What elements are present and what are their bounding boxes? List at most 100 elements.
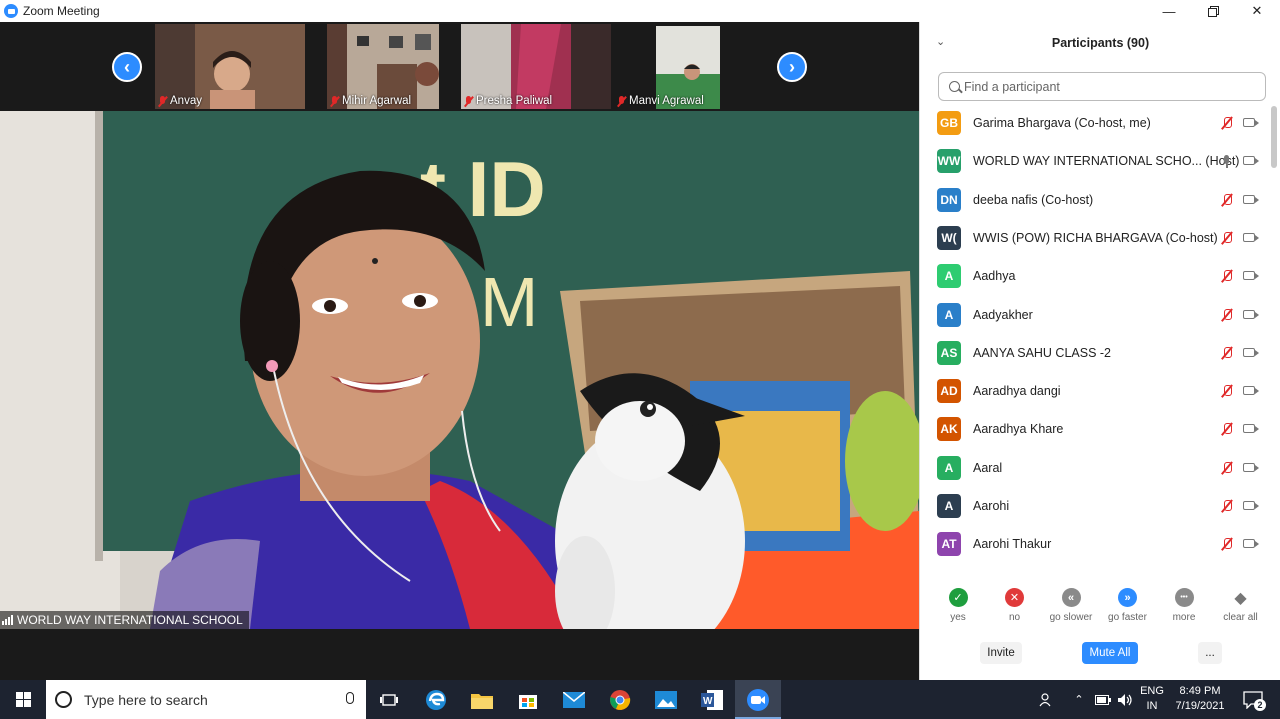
taskbar-app-word[interactable]: W [689,680,735,719]
taskbar-app-store[interactable] [505,680,551,719]
minimize-button[interactable]: — [1147,0,1191,22]
reaction-yes[interactable]: ✓ yes [930,588,986,623]
system-clock[interactable]: 8:49 PM 7/19/2021 [1166,684,1234,714]
video-camera-icon[interactable] [1243,424,1255,434]
participant-avatar: AT [937,532,961,557]
mic-muted-icon[interactable] [1220,308,1234,322]
participant-row[interactable]: A Aaral [920,449,1270,487]
participant-avatar: A [937,494,961,518]
taskbar-search-input[interactable] [84,691,324,708]
start-button[interactable] [0,680,46,719]
participant-row[interactable]: A Aadhya [920,257,1270,295]
video-thumbnail[interactable]: Anvay [155,24,305,109]
mail-icon [563,691,585,708]
participant-search-input[interactable] [964,79,1244,94]
participant-search[interactable] [938,72,1266,101]
video-camera-icon[interactable] [1243,347,1255,357]
next-page-button[interactable]: › [777,52,807,82]
mic-muted-icon[interactable] [1220,499,1234,513]
mic-muted-icon[interactable] [1220,269,1234,283]
taskbar-app-mail[interactable] [551,680,597,719]
reaction-go-faster[interactable]: » go faster [1100,588,1156,623]
video-camera-icon[interactable] [1243,501,1255,510]
notification-center-button[interactable]: 2 [1238,680,1268,719]
people-icon[interactable] [1034,680,1060,719]
taskbar-search[interactable] [46,680,366,719]
reaction-clear-all[interactable]: ◆ clear all [1213,588,1269,624]
participant-row[interactable]: GB Garima Bhargava (Co-host, me) [920,104,1270,142]
close-button[interactable]: ✕ [1235,0,1279,22]
reaction-more[interactable]: ••• more [1156,588,1212,623]
taskbar-app-chrome[interactable] [597,680,643,719]
mic-muted-icon[interactable] [1220,346,1234,360]
participant-row[interactable]: WW WORLD WAY INTERNATIONAL SCHO... (Host) [920,142,1270,180]
microphone-icon[interactable] [346,692,354,704]
reaction-label: go faster [1108,612,1147,623]
search-icon [949,81,960,92]
participant-name: deeba nafis (Co-host) [973,192,1094,207]
reaction-no[interactable]: ✕ no [987,588,1043,623]
volume-icon[interactable] [1114,680,1136,719]
video-camera-icon[interactable] [1243,271,1255,281]
video-camera-icon[interactable] [1243,156,1255,166]
participant-row[interactable]: AD Aaradhya dangi [920,372,1270,410]
restore-button[interactable] [1191,0,1235,22]
zoom-icon [747,688,769,711]
video-thumbnail[interactable]: Mihir Agarwal [327,24,477,109]
edge-icon [426,689,446,710]
task-view-button[interactable] [366,680,412,719]
video-camera-icon[interactable] [1243,539,1255,549]
video-camera-icon[interactable] [1243,462,1255,472]
participant-row[interactable]: AS AANYA SAHU CLASS -2 [920,334,1270,372]
main-video[interactable]: t ID M WORLD WAY INTERNATIONAL SCHOOL [0,111,919,629]
mute-all-button[interactable]: Mute All [1082,642,1138,664]
taskbar-app-zoom[interactable] [735,680,781,719]
participant-name: Garima Bhargava (Co-host, me) [973,116,1151,130]
mic-muted-icon[interactable] [1220,231,1234,245]
invite-button[interactable]: Invite [980,642,1022,664]
battery-icon[interactable] [1092,680,1114,719]
chevron-up-icon[interactable]: ⌃ [1068,680,1090,719]
mic-muted-icon[interactable] [1220,384,1234,398]
mic-muted-icon[interactable] [1220,193,1234,207]
participant-row[interactable]: W(WWIS (POW) RICHA BHARGAVA (Co-host) [920,219,1270,257]
participant-name: Aaradhya Khare [973,422,1064,437]
taskbar-app-edge[interactable] [413,680,459,719]
video-camera-icon[interactable] [1243,386,1255,396]
participant-row[interactable]: A Aadyakher [920,296,1270,334]
participant-avatar: DN [937,187,961,212]
video-thumbnail[interactable]: Presha Paliwal [461,24,611,109]
mic-muted-icon[interactable] [1220,537,1234,551]
zoom-app-icon [4,4,18,18]
more-icon: ••• [1174,588,1194,607]
participant-row[interactable]: AK Aaradhya Khare [920,410,1270,448]
video-camera-icon[interactable] [1243,194,1255,204]
more-options-button[interactable]: ... [1198,642,1222,664]
video-thumbnail[interactable]: Manvi Agrawal [614,24,764,109]
participant-row[interactable]: AT Aarohi Thakur [920,525,1270,563]
reaction-go-slower[interactable]: « go slower [1043,588,1099,623]
participant-row[interactable]: A Aarohi [920,487,1270,525]
participant-list: GB Garima Bhargava (Co-host, me) WW WORLD W… [920,104,1270,564]
participant-row[interactable]: DN deeba nafis (Co-host) [920,181,1270,219]
x-icon: ✕ [1005,588,1024,607]
video-camera-icon[interactable] [1243,232,1255,242]
panel-title: Participants (90) [1051,36,1150,50]
language-indicator[interactable]: ENG IN [1138,684,1166,714]
reaction-label: go slower [1049,612,1093,623]
prev-page-button[interactable]: ‹ [112,52,142,82]
video-camera-icon[interactable] [1243,309,1255,319]
chevron-down-icon[interactable]: ⌄ [936,35,945,48]
mic-muted-icon[interactable] [1220,461,1234,475]
mic-icon[interactable] [1220,154,1234,169]
participant-avatar: W( [937,225,961,250]
participant-avatar: AD [937,379,961,404]
mic-muted-icon[interactable] [1220,116,1234,130]
scrollbar-thumb[interactable] [1271,106,1277,168]
taskbar-app-file-explorer[interactable] [459,680,505,719]
participant-list-scrollbar[interactable] [1270,104,1278,564]
eraser-icon: ◆ [1234,589,1247,607]
video-camera-icon[interactable] [1243,118,1255,127]
mic-muted-icon[interactable] [1220,422,1234,436]
taskbar-app-photos[interactable] [643,680,689,719]
